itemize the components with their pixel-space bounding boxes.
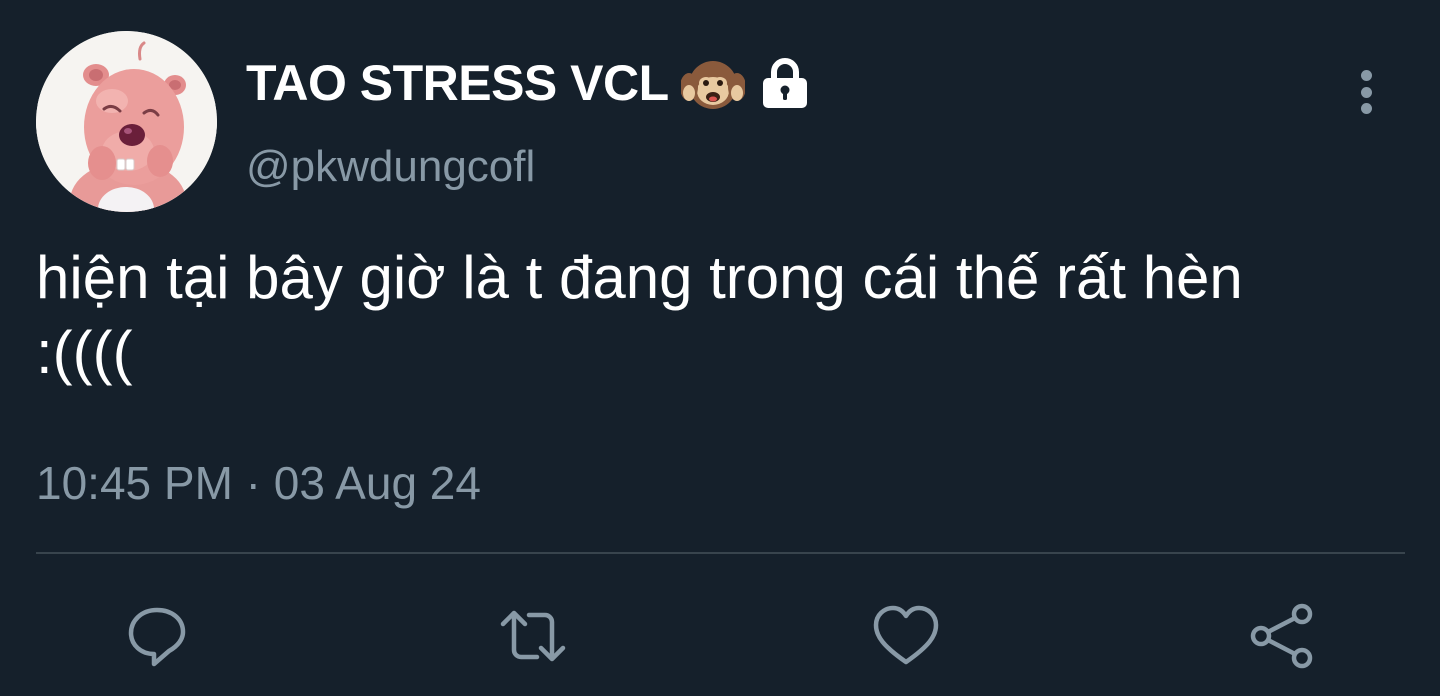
more-dot-icon (1360, 70, 1372, 81)
more-dot-icon (1360, 86, 1372, 98)
tweet-card: TAO STRESS VCL @pkwdungcofl hiện tại bây… (0, 0, 1440, 696)
more-dot-icon (1360, 103, 1372, 114)
display-name[interactable]: TAO STRESS VCL (246, 52, 813, 114)
reply-icon (128, 607, 186, 667)
avatar-image (36, 31, 217, 212)
avatar[interactable] (36, 31, 217, 212)
tweet-text: hiện tại bây giờ là t đang trong cái thế… (36, 244, 1243, 386)
user-handle[interactable]: @pkwdungcofl (246, 142, 535, 192)
share-icon (1250, 603, 1313, 669)
retweet-icon (500, 610, 566, 662)
share-button[interactable] (1246, 600, 1318, 672)
display-name-text: TAO STRESS VCL (246, 55, 669, 111)
divider (36, 552, 1405, 554)
tweet-timestamp[interactable]: 10:45 PM · 03 Aug 24 (36, 456, 481, 510)
reply-button[interactable] (121, 600, 193, 672)
heart-icon (873, 605, 939, 665)
hear-no-evil-monkey-icon (680, 61, 745, 109)
lock-icon (762, 58, 807, 108)
more-options-button[interactable] (1344, 64, 1388, 120)
retweet-button[interactable] (497, 600, 569, 672)
like-button[interactable] (870, 600, 942, 672)
